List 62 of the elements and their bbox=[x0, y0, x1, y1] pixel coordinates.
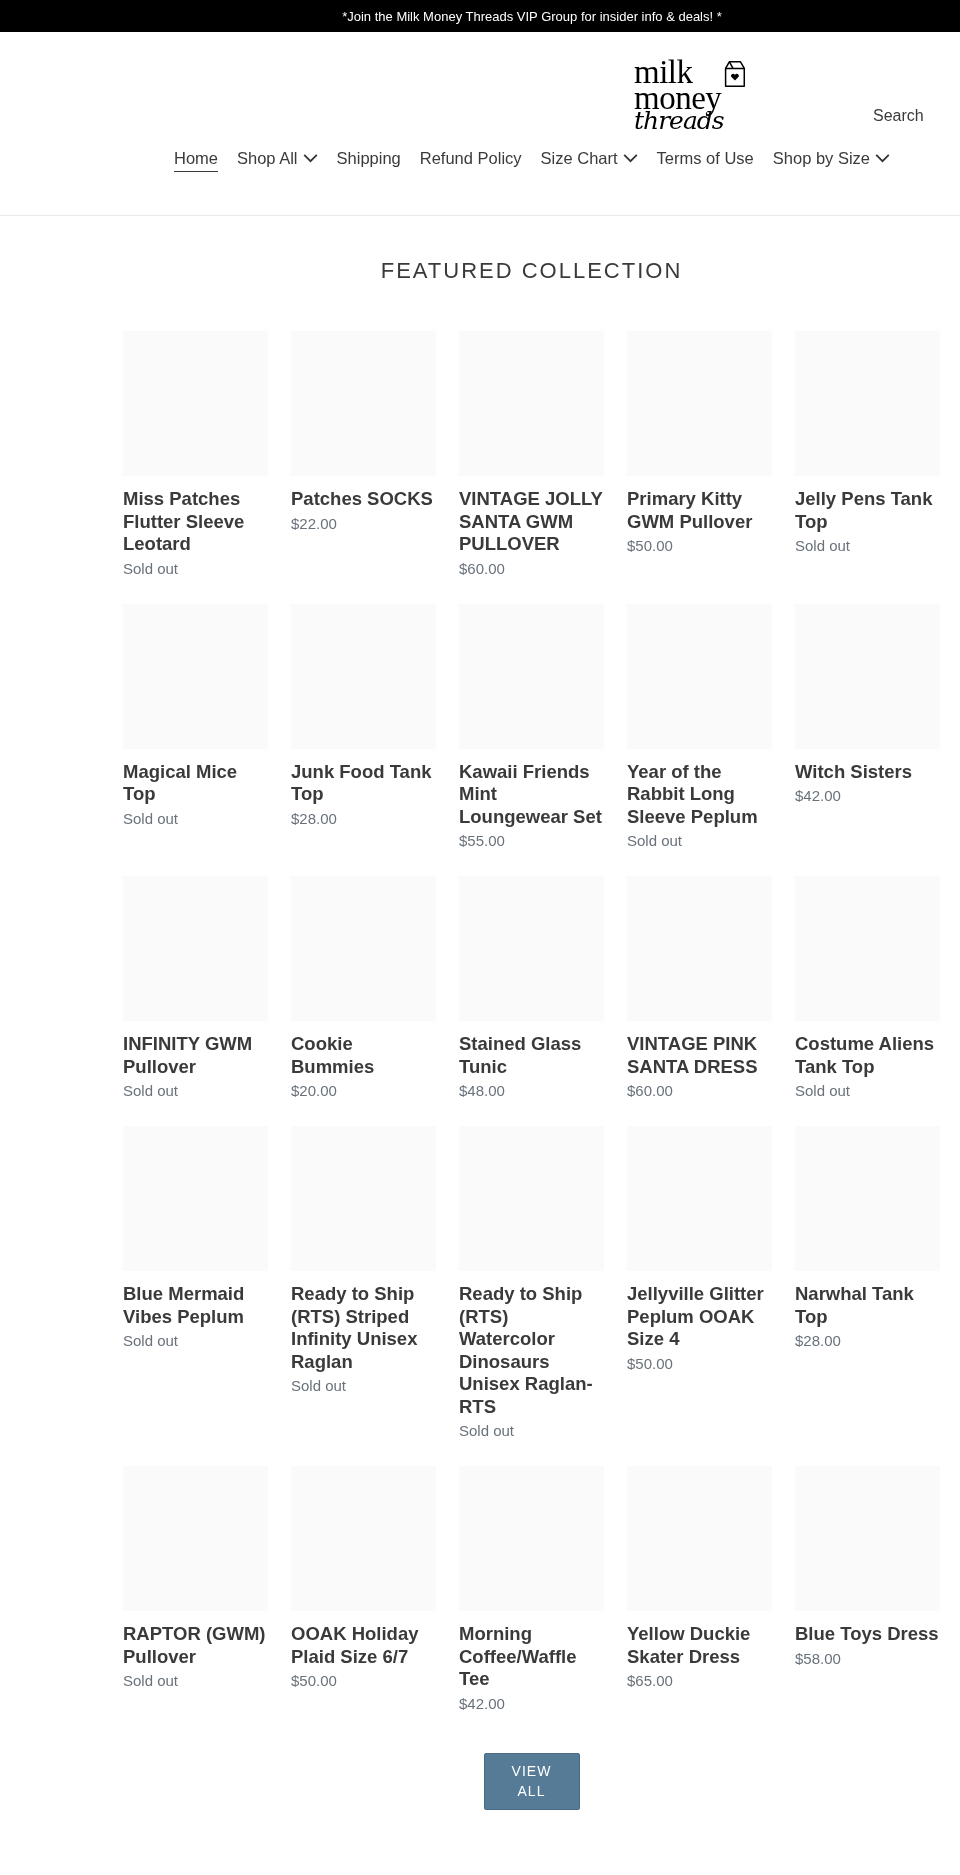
product-price: Sold out bbox=[123, 1082, 180, 1100]
product-price: $22.00 bbox=[291, 514, 338, 533]
product-title[interactable]: Blue Toys Dress bbox=[795, 1623, 940, 1646]
product-price: $50.00 bbox=[627, 537, 674, 555]
product-price: $60.00 bbox=[459, 559, 506, 578]
product-title[interactable]: Year of the Rabbit Long Sleeve Peplum bbox=[627, 760, 772, 828]
product-title[interactable]: VINTAGE JOLLY SANTA GWM PULLOVER bbox=[459, 488, 604, 556]
nav-link[interactable]: Shipping bbox=[336, 149, 401, 172]
product-price: Sold out bbox=[627, 832, 684, 850]
product-price: $50.00 bbox=[291, 1672, 338, 1690]
nav-link[interactable]: Size Chart bbox=[540, 149, 638, 172]
product-title[interactable]: Magical Mice Top bbox=[123, 760, 268, 806]
product-price: Sold out bbox=[795, 1082, 852, 1100]
nav-link[interactable]: Refund Policy bbox=[419, 149, 522, 172]
product-price: $42.00 bbox=[459, 1694, 506, 1713]
product-title[interactable]: Ready to Ship (RTS) Watercolor Dinosaurs Unisex Raglan-RTS bbox=[459, 1283, 604, 1418]
nav-link[interactable]: Shop All bbox=[237, 149, 318, 172]
nav-link[interactable]: Shop by Size bbox=[772, 149, 891, 172]
announcement-text: *Join the Milk Money Threads VIP Group for insider info & deals! * bbox=[342, 8, 722, 24]
view-all-button[interactable]: VIEW ALL bbox=[483, 1752, 580, 1810]
product-price: Sold out bbox=[123, 1672, 180, 1690]
product-price: $58.00 bbox=[795, 1649, 842, 1668]
product-price: Sold out bbox=[291, 1377, 348, 1395]
search-link[interactable]: Search bbox=[873, 107, 924, 125]
product-price: $20.00 bbox=[291, 1082, 338, 1100]
product-price: Sold out bbox=[459, 1422, 516, 1440]
nav-link[interactable]: Home bbox=[173, 149, 218, 172]
product-title[interactable]: Yellow Duckie Skater Dress bbox=[627, 1623, 772, 1668]
product-title[interactable]: RAPTOR (GWM) Pullover bbox=[123, 1623, 268, 1668]
product-title[interactable]: INFINITY GWM Pullover bbox=[123, 1033, 268, 1078]
product-price: $50.00 bbox=[627, 1354, 674, 1373]
product-price: $65.00 bbox=[627, 1672, 674, 1690]
product-title[interactable]: Ready to Ship (RTS) Striped Infinity Unisex Raglan bbox=[291, 1283, 436, 1373]
product-title[interactable]: Jelly Pens Tank Top bbox=[795, 488, 940, 533]
product-price: $55.00 bbox=[459, 832, 506, 850]
product-title[interactable]: Costume Aliens Tank Top bbox=[795, 1033, 940, 1078]
product-price: Sold out bbox=[123, 809, 180, 828]
product-title[interactable]: Morning Coffee/Waffle Tee bbox=[459, 1623, 604, 1691]
product-title[interactable]: Patches SOCKS bbox=[291, 488, 436, 511]
product-price: Sold out bbox=[123, 559, 180, 578]
product-title[interactable]: Blue Mermaid Vibes Peplum bbox=[123, 1283, 268, 1328]
product-price: $28.00 bbox=[795, 1332, 842, 1350]
product-title[interactable]: Cookie Bummies bbox=[291, 1033, 436, 1078]
product-price: Sold out bbox=[123, 1332, 180, 1350]
product-title[interactable]: Narwhal Tank Top bbox=[795, 1283, 940, 1328]
product-price: $60.00 bbox=[627, 1082, 674, 1100]
product-title[interactable]: VINTAGE PINK SANTA DRESS bbox=[627, 1033, 772, 1078]
section-title: FEATURED COLLECTION bbox=[379, 257, 684, 285]
product-title[interactable]: Primary Kitty GWM Pullover bbox=[627, 488, 772, 533]
product-title[interactable]: Jellyville Glitter Peplum OOAK Size 4 bbox=[627, 1283, 772, 1351]
nav-link[interactable]: Terms of Use bbox=[656, 149, 754, 172]
product-title[interactable]: Stained Glass Tunic bbox=[459, 1033, 604, 1078]
product-price: Sold out bbox=[795, 537, 852, 555]
product-title[interactable]: Junk Food Tank Top bbox=[291, 760, 436, 806]
product-title[interactable]: Kawaii Friends Mint Loungewear Set bbox=[459, 760, 604, 828]
product-price: $28.00 bbox=[291, 809, 338, 828]
logo[interactable]: milk money threads bbox=[634, 60, 758, 140]
product-price: $48.00 bbox=[459, 1082, 506, 1100]
product-title[interactable]: Miss Patches Flutter Sleeve Leotard bbox=[123, 488, 268, 556]
product-price: $42.00 bbox=[795, 787, 842, 805]
product-title[interactable]: OOAK Holiday Plaid Size 6/7 bbox=[291, 1623, 436, 1668]
product-title[interactable]: Witch Sisters bbox=[795, 760, 940, 783]
